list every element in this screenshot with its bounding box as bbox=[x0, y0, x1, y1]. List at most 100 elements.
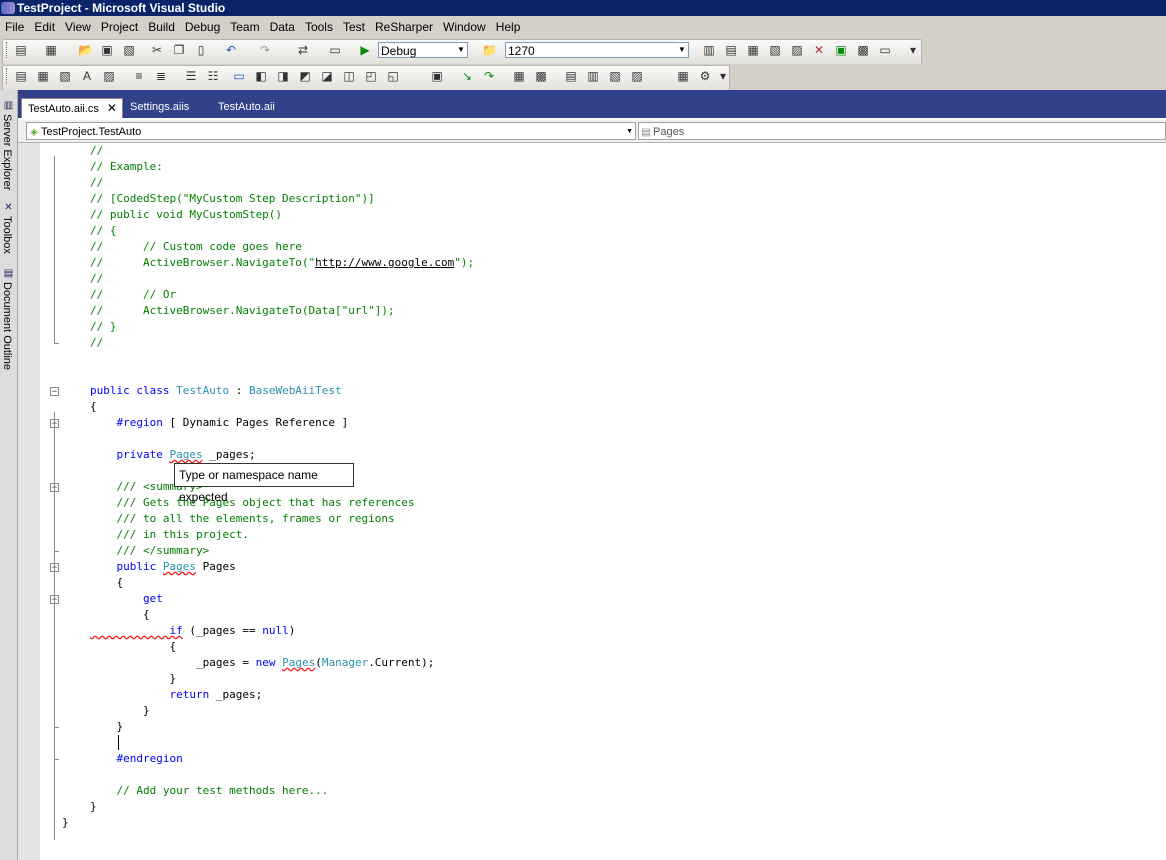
previous-bookmark-icon[interactable]: ◧ bbox=[254, 69, 268, 83]
toolbar-options-icon[interactable]: ▾ bbox=[716, 69, 730, 83]
menu-resharper[interactable]: ReSharper bbox=[370, 16, 438, 38]
code-line: // bbox=[90, 175, 103, 191]
side-tab-document-outline[interactable]: ▤ Document Outline bbox=[0, 268, 17, 378]
settings-gear-icon[interactable]: ⚙ bbox=[698, 69, 712, 83]
code-line: get bbox=[90, 591, 163, 607]
start-debugging-icon[interactable]: ▶ bbox=[358, 43, 372, 57]
code-token: // bbox=[90, 176, 104, 189]
paste-icon[interactable]: ▯ bbox=[194, 43, 208, 57]
command-window-icon[interactable]: ▩ bbox=[856, 43, 870, 57]
find-in-files-icon[interactable]: 📁 bbox=[482, 43, 497, 57]
next-bookmark-icon[interactable]: ◨ bbox=[276, 69, 290, 83]
toggle-bookmark-icon[interactable]: ▭ bbox=[232, 69, 246, 83]
menu-data[interactable]: Data bbox=[265, 16, 300, 38]
toolbar-grip[interactable] bbox=[6, 42, 10, 58]
highlight-references-icon[interactable]: ▨ bbox=[102, 69, 116, 83]
uncomment-lines-icon[interactable]: ☷ bbox=[206, 69, 220, 83]
object-browser-icon[interactable]: ▦ bbox=[746, 43, 760, 57]
code-token: // bbox=[90, 336, 104, 349]
toolbar-grip[interactable] bbox=[6, 68, 10, 84]
menu-team[interactable]: Team bbox=[225, 16, 264, 38]
previous-bookmark-document-icon[interactable]: ◫ bbox=[342, 69, 356, 83]
code-token: // ActiveBrowser.NavigateTo(" bbox=[90, 256, 316, 269]
code-token: // [CodedStep("MyCustom Step Description… bbox=[90, 192, 375, 205]
menu-file[interactable]: File bbox=[0, 16, 29, 38]
layout-icon[interactable]: ▦ bbox=[676, 69, 690, 83]
save-all-icon[interactable]: ▧ bbox=[122, 43, 136, 57]
code-line: // { bbox=[90, 223, 117, 239]
code-token: Manager bbox=[321, 656, 369, 669]
clear-bookmarks-icon[interactable]: ◱ bbox=[386, 69, 400, 83]
test-results-icon[interactable]: ▥ bbox=[586, 69, 600, 83]
increase-indent-icon[interactable]: ≣ bbox=[154, 69, 168, 83]
menu-build[interactable]: Build bbox=[143, 16, 180, 38]
solution-configuration-select[interactable]: Debug ▼ bbox=[378, 42, 468, 58]
save-icon[interactable]: ▣ bbox=[100, 43, 114, 57]
code-coverage-icon[interactable]: ▨ bbox=[630, 69, 644, 83]
menu-help[interactable]: Help bbox=[491, 16, 526, 38]
tab-label: TestAuto.aii bbox=[218, 101, 275, 113]
side-tab-label: Document Outline bbox=[1, 282, 13, 371]
code-token: { bbox=[90, 640, 177, 653]
test-view-icon[interactable]: ▧ bbox=[608, 69, 622, 83]
open-file-icon[interactable]: 📂 bbox=[78, 43, 93, 57]
toolbox-icon[interactable]: ✕ bbox=[812, 43, 826, 57]
code-line: // ActiveBrowser.NavigateTo("http://www.… bbox=[90, 255, 474, 271]
side-tab-server-explorer[interactable]: ▥ Server Explorer bbox=[0, 100, 17, 200]
toolbar-options-icon[interactable]: ▾ bbox=[906, 43, 920, 57]
class-view-icon[interactable]: ▧ bbox=[768, 43, 782, 57]
code-line: // // Custom code goes here bbox=[90, 239, 302, 255]
breakpoint-icon[interactable]: ▣ bbox=[430, 69, 444, 83]
menu-edit[interactable]: Edit bbox=[29, 16, 60, 38]
add-item-icon[interactable]: ▦ bbox=[44, 43, 58, 57]
code-token: public class bbox=[90, 384, 177, 397]
start-page-icon[interactable]: ▣ bbox=[834, 43, 848, 57]
debug-tests-icon[interactable]: ▩ bbox=[534, 69, 548, 83]
members-combo[interactable]: ▤ Pages bbox=[638, 122, 1166, 140]
solution-explorer-icon[interactable]: ▥ bbox=[702, 43, 716, 57]
new-project-icon[interactable]: ▤ bbox=[14, 43, 28, 57]
error-tooltip: Type or namespace name expected bbox=[174, 463, 354, 504]
next-bookmark-document-icon[interactable]: ◰ bbox=[364, 69, 378, 83]
redo-icon[interactable]: ↷ bbox=[258, 43, 272, 57]
step-into-icon[interactable]: ↘ bbox=[460, 69, 474, 83]
previous-bookmark-folder-icon[interactable]: ◩ bbox=[298, 69, 312, 83]
property-icon: ▤ bbox=[641, 127, 651, 138]
menu-test[interactable]: Test bbox=[338, 16, 370, 38]
undo-icon[interactable]: ↶ bbox=[224, 43, 238, 57]
run-tests-icon[interactable]: ▦ bbox=[512, 69, 526, 83]
extension-icon[interactable]: ▭ bbox=[878, 43, 892, 57]
properties-icon[interactable]: ▤ bbox=[724, 43, 738, 57]
tab-testauto-aii[interactable]: TestAuto.aii bbox=[212, 98, 292, 118]
comment-lines-icon[interactable]: ☰ bbox=[184, 69, 198, 83]
tab-settings-aiis[interactable]: Settings.aiis bbox=[124, 98, 204, 118]
navigate-backward-icon[interactable]: ⇄ bbox=[296, 43, 310, 57]
side-tool-window-bar: ▥ Server Explorer ✕ Toolbox ▤ Document O… bbox=[0, 90, 18, 860]
menu-view[interactable]: View bbox=[60, 16, 96, 38]
display-object-member-list-icon[interactable]: ▤ bbox=[14, 69, 28, 83]
code-line: { bbox=[90, 399, 97, 415]
find-combo[interactable]: 1270 ▼ bbox=[505, 42, 689, 58]
next-bookmark-folder-icon[interactable]: ◪ bbox=[320, 69, 334, 83]
types-combo[interactable]: ◈ TestProject.TestAuto ▼ bbox=[26, 122, 636, 140]
test-list-icon[interactable]: ▤ bbox=[564, 69, 578, 83]
menu-debug[interactable]: Debug bbox=[180, 16, 225, 38]
outline-guide bbox=[54, 156, 55, 344]
error-list-icon[interactable]: ▨ bbox=[790, 43, 804, 57]
side-tab-toolbox[interactable]: ✕ Toolbox bbox=[0, 202, 17, 268]
display-quick-info-icon[interactable]: ▧ bbox=[58, 69, 72, 83]
display-parameter-info-icon[interactable]: ▦ bbox=[36, 69, 50, 83]
step-over-icon[interactable]: ↷ bbox=[482, 69, 496, 83]
display-word-completion-icon[interactable]: A bbox=[80, 69, 94, 83]
menu-tools[interactable]: Tools bbox=[300, 16, 338, 38]
collapse-icon[interactable]: − bbox=[50, 387, 59, 396]
menu-window[interactable]: Window bbox=[438, 16, 491, 38]
cut-icon[interactable]: ✂ bbox=[150, 43, 164, 57]
tab-testauto-aii-cs[interactable]: TestAuto.aii.cs ✕ bbox=[21, 98, 123, 118]
indicator-margin[interactable] bbox=[18, 143, 40, 860]
decrease-indent-icon[interactable]: ≡ bbox=[132, 69, 146, 83]
copy-icon[interactable]: ❐ bbox=[172, 43, 186, 57]
navigate-forward-icon[interactable]: ▭ bbox=[328, 43, 342, 57]
close-icon[interactable]: ✕ bbox=[107, 101, 117, 115]
menu-project[interactable]: Project bbox=[96, 16, 143, 38]
